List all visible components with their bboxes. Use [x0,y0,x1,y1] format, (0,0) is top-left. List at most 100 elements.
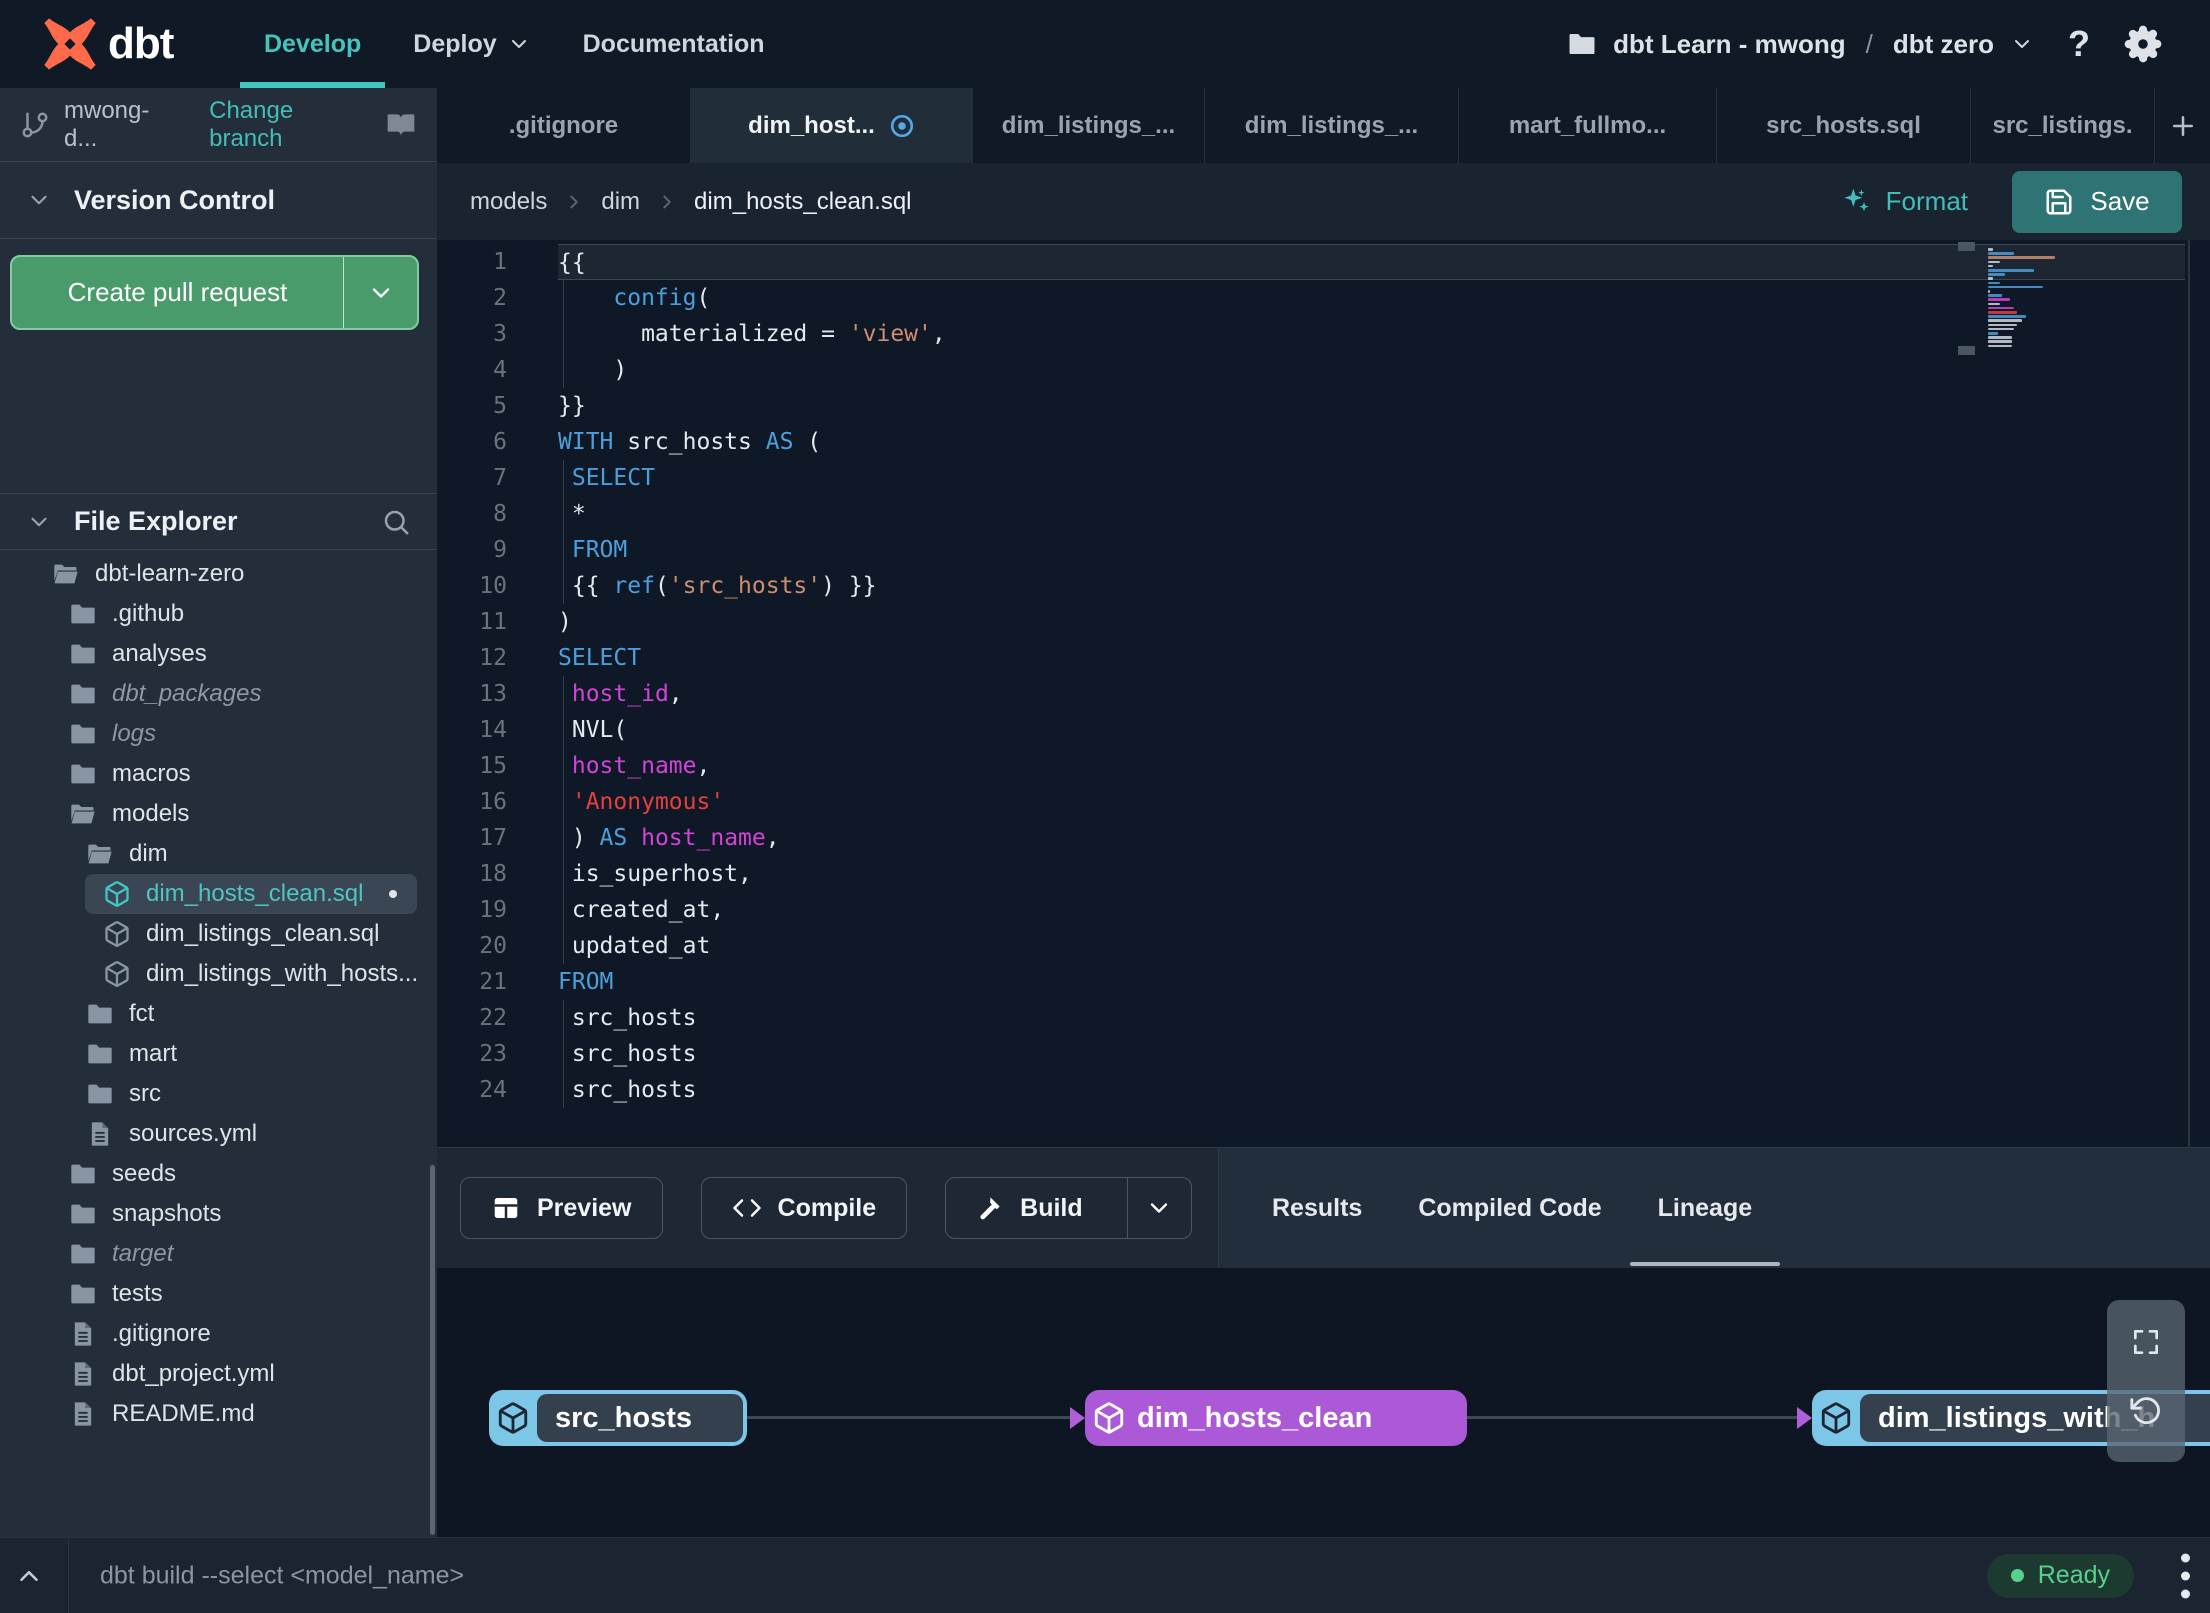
pr-dropdown-toggle[interactable] [343,257,417,328]
tree-item-dim-listings-clean-sql[interactable]: dim_listings_clean.sql [0,914,437,954]
code-line-13[interactable]: host_id, [558,676,2185,712]
create-pull-request-label[interactable]: Create pull request [12,257,343,328]
code-line-17[interactable]: ) AS host_name, [558,820,2185,856]
save-button[interactable]: Save [2012,170,2182,233]
tree-item-label: seeds [112,1160,177,1187]
version-control-header[interactable]: Version Control [0,162,437,239]
kebab-menu-icon[interactable] [2181,1553,2190,1598]
tab-src-listings-[interactable]: src_listings. [1971,88,2155,163]
tree-item-readme-md[interactable]: README.md [0,1394,437,1434]
nav-item-develop[interactable]: Develop [238,0,387,88]
panel-tab-results[interactable]: Results [1272,1148,1362,1268]
code-line-14[interactable]: NVL( [558,712,2185,748]
button-label: Compile [777,1193,877,1222]
code-line-21[interactable]: FROM [558,964,2185,1000]
code-line-1[interactable]: {{ [558,244,2185,280]
line-number: 3 [493,321,507,347]
code-line-16[interactable]: 'Anonymous' [558,784,2185,820]
lineage-node-src_hosts[interactable]: src_hosts [489,1390,747,1446]
code-line-19[interactable]: created_at, [558,892,2185,928]
chevron-up-icon[interactable] [14,1561,44,1591]
tab-dim-listings-[interactable]: dim_listings_... [973,88,1205,163]
tab-src-hosts-sql[interactable]: src_hosts.sql [1717,88,1971,163]
change-branch-link[interactable]: Change branch [209,97,371,153]
tree-item-seeds[interactable]: seeds [0,1154,437,1194]
file-explorer-header[interactable]: File Explorer [0,493,437,550]
tab-dim-host-[interactable]: dim_host... [691,88,973,163]
tree-item-mart[interactable]: mart [0,1034,437,1074]
format-button[interactable]: Format [1840,186,1968,218]
tree-item-logs[interactable]: logs [0,714,437,754]
tree-item-analyses[interactable]: analyses [0,634,437,674]
code-line-15[interactable]: host_name, [558,748,2185,784]
dbt-logo[interactable]: dbt [42,16,238,72]
tree-item--github[interactable]: .github [0,594,437,634]
preview-button[interactable]: Preview [460,1177,663,1239]
code-line-11[interactable]: ) [558,604,2185,640]
panel-tab-lineage[interactable]: Lineage [1629,1148,1781,1268]
tree-item-dim[interactable]: dim [0,834,437,874]
tab-dim-listings-[interactable]: dim_listings_... [1205,88,1459,163]
code-token: AS [765,429,794,455]
tree-item-dbt-learn-zero[interactable]: dbt-learn-zero [0,554,437,594]
nav-item-documentation[interactable]: Documentation [557,0,791,88]
build-main[interactable]: Build [946,1178,1111,1238]
breadcrumb-models[interactable]: models [470,188,547,216]
lineage-canvas[interactable]: src_hosts dim_hosts_clean dim_listings_wit… [437,1268,2210,1537]
nav-item-deploy[interactable]: Deploy [387,0,556,88]
docs-book-icon[interactable] [385,109,417,141]
search-icon[interactable] [381,507,411,537]
create-pull-request-button[interactable]: Create pull request [10,255,419,330]
tree-item-dim-hosts-clean-sql[interactable]: dim_hosts_clean.sql [85,874,417,914]
minimap[interactable] [1988,248,2068,358]
tree-item-target[interactable]: target [0,1234,437,1274]
code-line-7[interactable]: SELECT [558,460,2185,496]
tree-item-src[interactable]: src [0,1074,437,1114]
breadcrumb: models dim dim_hosts_clean.sql [470,188,912,216]
tree-item-dim-listings-with-hosts-[interactable]: dim_listings_with_hosts... [0,954,437,994]
tab-mart-fullmo-[interactable]: mart_fullmo... [1459,88,1717,163]
code-line-8[interactable]: * [558,496,2185,532]
code-line-23[interactable]: src_hosts [558,1036,2185,1072]
tree-item-macros[interactable]: macros [0,754,437,794]
dbt-logo-icon [42,16,98,72]
build-dropdown-toggle[interactable] [1126,1178,1191,1238]
code-lines[interactable]: {{ config( materialized = 'view', )}} WIT… [558,244,2185,1108]
sidebar-scrollbar[interactable] [430,1165,435,1535]
tree-item-dbt-project-yml[interactable]: dbt_project.yml [0,1354,437,1394]
compile-button[interactable]: Compile [700,1177,908,1239]
breadcrumb-dim[interactable]: dim [601,188,640,216]
fullscreen-icon[interactable] [2130,1326,2162,1358]
gear-icon[interactable] [2124,25,2162,63]
help-button[interactable]: ? [2068,23,2090,65]
tree-item-dbt-packages[interactable]: dbt_packages [0,674,437,714]
code-line-12[interactable]: SELECT [558,640,2185,676]
editor-scrollbar[interactable] [2188,240,2190,1147]
tree-item-snapshots[interactable]: snapshots [0,1194,437,1234]
tree-item-tests[interactable]: tests [0,1274,437,1314]
code-line-20[interactable]: updated_at [558,928,2185,964]
lineage-node-dim_hosts_clean[interactable]: dim_hosts_clean [1085,1390,1467,1446]
code-line-10[interactable]: {{ ref('src_hosts') }} [558,568,2185,604]
tree-item-models[interactable]: models [0,794,437,834]
panel-tab-compiled-code[interactable]: Compiled Code [1418,1148,1601,1268]
refresh-icon[interactable] [2129,1394,2163,1428]
code-line-2[interactable]: config( [558,280,2185,316]
command-input[interactable]: dbt build --select <model_name> [100,1561,464,1590]
tree-item--gitignore[interactable]: .gitignore [0,1314,437,1354]
code-line-9[interactable]: FROM [558,532,2185,568]
workspace-picker[interactable]: dbt Learn - mwong / dbt zero [1567,29,2034,60]
code-line-4[interactable]: ) [558,352,2185,388]
new-tab-button[interactable] [2155,88,2210,163]
tree-item-fct[interactable]: fct [0,994,437,1034]
tree-item-sources-yml[interactable]: sources.yml [0,1114,437,1154]
code-line-18[interactable]: is_superhost, [558,856,2185,892]
code-line-6[interactable]: WITH src_hosts AS ( [558,424,2185,460]
code-line-5[interactable]: }} [558,388,2185,424]
build-button[interactable]: Build [945,1177,1192,1239]
code-editor[interactable]: 1 2 3 4 5 6 7 8 9 10 11 12 13 14 15 16 17 18 19 20 21 22 23 24 … [437,240,2210,1147]
code-line-24[interactable]: src_hosts [558,1072,2185,1108]
code-line-22[interactable]: src_hosts [558,1000,2185,1036]
tab--gitignore[interactable]: .gitignore [437,88,691,163]
code-line-3[interactable]: materialized = 'view', [558,316,2185,352]
